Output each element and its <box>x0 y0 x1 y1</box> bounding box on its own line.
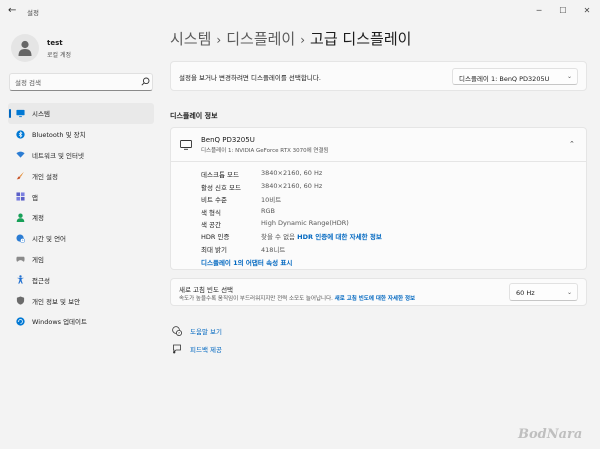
search-box[interactable] <box>9 73 153 91</box>
spec-key: 최대 밝기 <box>201 246 227 254</box>
feedback-link-label: 피드백 제공 <box>190 346 222 354</box>
sidebar-item-network[interactable]: 네트워크 및 인터넷 <box>8 145 154 166</box>
display-info-card: BenQ PD3205U 디스플레이 1: NVIDIA GeForce RTX… <box>170 127 587 270</box>
sidebar-item-accounts[interactable]: 계정 <box>8 207 154 228</box>
section-title: 디스플레이 정보 <box>170 112 218 120</box>
search-input[interactable] <box>15 77 130 88</box>
spec-value: 10비트 <box>261 196 282 204</box>
window-title: 설정 <box>27 9 39 17</box>
spec-value: 418니트 <box>261 246 286 254</box>
display-dropdown[interactable]: 디스플레이 1: BenQ PD3205U ⌄ <box>452 68 578 85</box>
sidebar-nav: 시스템 Bluetooth 및 장치 네트워크 및 인터넷 개인 설정 앱 계정… <box>8 103 154 332</box>
refresh-rate-info-link[interactable]: 새로 고침 빈도에 대한 자세한 정보 <box>335 296 415 302</box>
accessibility-icon <box>16 275 25 284</box>
chevron-up-icon[interactable]: ⌃ <box>569 140 575 148</box>
chevron-down-icon: ⌄ <box>567 289 573 296</box>
breadcrumb: 시스템 › 디스플레이 › 고급 디스플레이 <box>170 28 411 49</box>
breadcrumb-separator: › <box>216 33 222 47</box>
display-select-description: 설정을 보거나 변경하려면 디스플레이를 선택합니다. <box>179 74 321 82</box>
spec-key: 데스크톱 모드 <box>201 171 239 179</box>
watermark-logo: BodNara <box>518 427 583 442</box>
sidebar-item-label: 시스템 <box>32 110 50 119</box>
sidebar-item-label: 개인 설정 <box>32 172 58 181</box>
spec-value: High Dynamic Range(HDR) <box>261 219 349 227</box>
sidebar-item-label: 네트워크 및 인터넷 <box>32 151 84 160</box>
shield-icon <box>16 296 25 305</box>
sidebar-item-label: 개인 정보 및 보안 <box>32 297 81 306</box>
spec-key: HDR 인증 <box>201 233 230 241</box>
sidebar-item-personalization[interactable]: 개인 설정 <box>8 165 154 186</box>
spec-key: 비트 수준 <box>201 196 227 204</box>
title-bar: ← 설정 ─ ☐ ✕ <box>0 0 600 24</box>
sidebar-item-label: 앱 <box>32 193 38 202</box>
sidebar-item-label: 시간 및 언어 <box>32 235 67 244</box>
sidebar-item-accessibility[interactable]: 접근성 <box>8 269 154 290</box>
svg-text:?: ? <box>178 331 180 335</box>
apps-icon <box>16 192 25 201</box>
sidebar-item-label: Bluetooth 및 장치 <box>32 131 86 140</box>
sidebar-item-system[interactable]: 시스템 <box>8 103 154 124</box>
breadcrumb-separator: › <box>300 33 306 47</box>
sidebar-item-time-language[interactable]: 시간 및 언어 <box>8 228 154 249</box>
update-icon <box>16 317 25 326</box>
page-title: 고급 디스플레이 <box>310 30 412 48</box>
brush-icon <box>16 172 24 180</box>
refresh-rate-card: 새로 고침 빈도 선택 속도가 높을수록 움직임이 부드러워지지만 전력 소모도… <box>170 278 587 306</box>
spec-key: 색 형식 <box>201 209 222 217</box>
gamepad-icon <box>16 257 25 263</box>
help-link[interactable]: ? 도움말 보기 <box>172 326 222 336</box>
person-icon <box>18 40 32 56</box>
feedback-icon <box>173 344 181 354</box>
refresh-rate-description: 속도가 높을수록 움직임이 부드러워지지만 전력 소모도 늘어납니다. 새로 고… <box>179 294 415 302</box>
maximize-button[interactable]: ☐ <box>554 4 572 18</box>
display-dropdown-value: 디스플레이 1: BenQ PD3205U <box>459 75 550 83</box>
chevron-down-icon: ⌄ <box>567 73 573 80</box>
spec-value: 3840×2160, 60 Hz <box>261 169 323 177</box>
close-button[interactable]: ✕ <box>578 4 596 18</box>
spec-value: RGB <box>261 207 276 215</box>
minimize-button[interactable]: ─ <box>530 4 548 18</box>
sidebar-item-apps[interactable]: 앱 <box>8 186 154 207</box>
search-icon <box>141 77 150 86</box>
sidebar-item-label: 게임 <box>32 255 44 264</box>
bluetooth-icon <box>16 130 25 139</box>
spec-key: 활성 신호 모드 <box>201 184 242 192</box>
back-button[interactable]: ← <box>8 5 16 16</box>
adapter-properties-link[interactable]: 디스플레이 1의 어댑터 속성 표시 <box>201 257 292 267</box>
sidebar-item-privacy[interactable]: 개인 정보 및 보안 <box>8 290 154 311</box>
sidebar-item-label: Windows 업데이트 <box>32 318 88 327</box>
help-link-label: 도움말 보기 <box>190 328 222 336</box>
refresh-rate-dropdown[interactable]: 60 Hz ⌄ <box>509 283 578 301</box>
sidebar-item-bluetooth[interactable]: Bluetooth 및 장치 <box>8 124 154 145</box>
sidebar-item-label: 계정 <box>32 214 44 223</box>
monitor-icon <box>180 140 192 150</box>
breadcrumb-system[interactable]: 시스템 <box>170 30 211 48</box>
display-select-card: 설정을 보거나 변경하려면 디스플레이를 선택합니다. 디스플레이 1: Ben… <box>170 61 587 91</box>
spec-value-text: 찾을 수 없음 <box>261 233 296 241</box>
spec-key: 색 공간 <box>201 221 222 229</box>
feedback-link[interactable]: 피드백 제공 <box>172 344 222 354</box>
person-icon <box>16 213 25 222</box>
account-type: 로컬 계정 <box>47 52 71 59</box>
wifi-icon <box>16 152 25 159</box>
hdr-info-link[interactable]: HDR 인증에 대한 자세한 정보 <box>297 233 382 241</box>
refresh-rate-title: 새로 고침 빈도 선택 <box>179 286 234 294</box>
avatar[interactable] <box>11 34 39 62</box>
refresh-rate-description-text: 속도가 높을수록 움직임이 부드러워지지만 전력 소모도 늘어납니다. <box>179 296 333 302</box>
sidebar-item-gaming[interactable]: 게임 <box>8 249 154 270</box>
help-icon: ? <box>172 326 182 336</box>
spec-value: 3840×2160, 60 Hz <box>261 182 323 190</box>
refresh-rate-value: 60 Hz <box>516 289 535 297</box>
display-info-header[interactable]: BenQ PD3205U 디스플레이 1: NVIDIA GeForce RTX… <box>171 128 586 162</box>
monitor-name: BenQ PD3205U <box>201 136 255 144</box>
monitor-connection: 디스플레이 1: NVIDIA GeForce RTX 3070에 연결됨 <box>201 148 329 154</box>
sidebar-item-label: 접근성 <box>32 276 50 285</box>
sidebar-item-windows-update[interactable]: Windows 업데이트 <box>8 311 154 332</box>
monitor-icon <box>16 109 25 117</box>
user-name: test <box>47 39 63 47</box>
spec-value: 찾을 수 없음 HDR 인증에 대한 자세한 정보 <box>261 231 382 241</box>
globe-clock-icon <box>16 234 25 243</box>
breadcrumb-display[interactable]: 디스플레이 <box>226 30 295 48</box>
